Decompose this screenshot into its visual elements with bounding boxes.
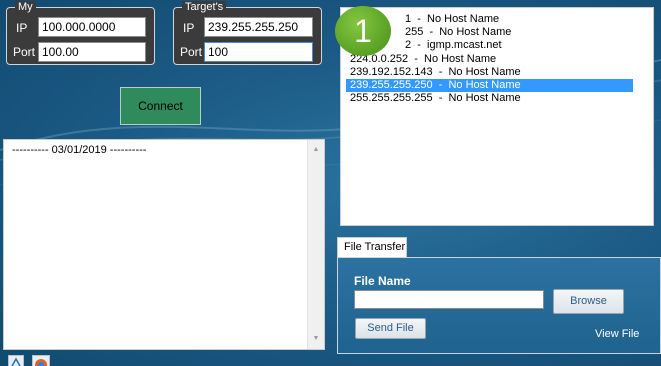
target-port-label: Port [180, 45, 203, 59]
target-group: Target's IP Port [173, 1, 322, 65]
my-port-label: Port [13, 45, 36, 59]
target-group-legend: Target's [182, 1, 227, 14]
host-item[interactable]: 239.192.152.143 - No Host Name [346, 66, 633, 79]
view-file-link[interactable]: View File [595, 328, 639, 340]
target-ip-label: IP [183, 21, 195, 35]
my-ip-input[interactable] [38, 17, 146, 37]
my-ip-label: IP [16, 21, 28, 35]
target-port-input[interactable] [204, 42, 313, 62]
my-port-input[interactable] [38, 42, 146, 62]
color-wheel-icon[interactable] [32, 355, 50, 366]
connect-button[interactable]: Connect [120, 87, 201, 125]
send-file-button[interactable]: Send File [355, 318, 426, 339]
file-transfer-panel: File Name Browse Send File View File [337, 257, 661, 354]
host-item[interactable]: 255.255.255.255 - No Host Name [346, 92, 633, 105]
target-ip-input[interactable] [204, 17, 313, 37]
scroll-down-icon[interactable]: ▼ [308, 331, 324, 347]
log-panel[interactable]: ---------- 03/01/2019 ---------- ▲ ▼ [3, 139, 325, 350]
log-date-line: ---------- 03/01/2019 ---------- [12, 144, 147, 156]
my-group-legend: My [15, 1, 36, 14]
log-scrollbar[interactable]: ▲ ▼ [307, 140, 324, 349]
clear-icon[interactable] [8, 355, 24, 366]
file-name-label: File Name [354, 274, 411, 288]
scroll-up-icon[interactable]: ▲ [308, 142, 324, 158]
host-item[interactable]: 2 - igmp.mcast.net [346, 39, 633, 52]
browse-button[interactable]: Browse [553, 289, 624, 314]
step-badge: 1 [335, 6, 391, 56]
file-name-input[interactable] [354, 290, 544, 309]
my-group: My IP Port [6, 1, 155, 65]
host-item-selected[interactable]: 239.255.255.250 - No Host Name [346, 78, 633, 93]
tab-file-transfer[interactable]: File Transfer [337, 237, 407, 258]
host-item[interactable]: 224.0.0.252 - No Host Name [346, 53, 633, 66]
